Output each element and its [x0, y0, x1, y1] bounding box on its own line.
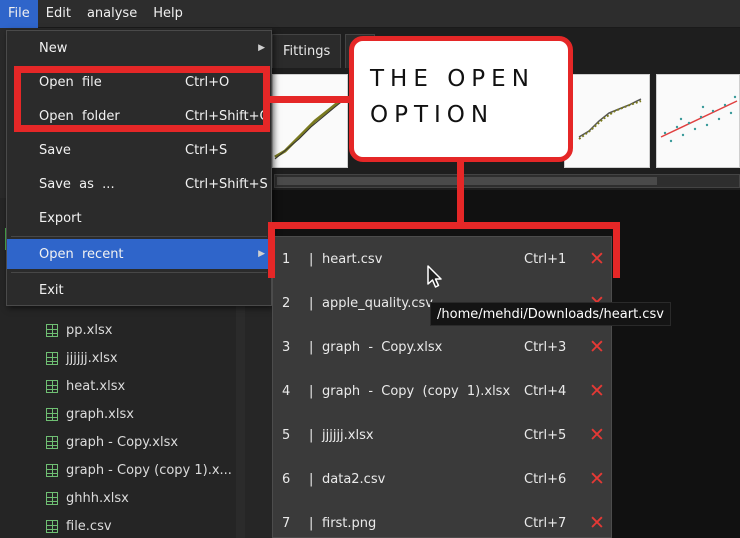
regression-thumbnail: [660, 95, 738, 143]
spreadsheet-icon: [46, 351, 58, 365]
menu-edit[interactable]: Edit: [38, 0, 79, 28]
tab-fittings[interactable]: Fittings: [272, 34, 342, 68]
file-tree-scrollbar[interactable]: [236, 280, 245, 538]
file-tree-item[interactable]: graph - Copy.xlsx: [46, 432, 178, 452]
recent-item[interactable]: 5 | jjjjjj.xlsx Ctrl+5 ✕: [273, 413, 611, 457]
menu-separator: [11, 236, 267, 237]
delete-icon[interactable]: ✕: [589, 337, 605, 357]
file-path-tooltip: /home/mehdi/Downloads/heart.csv: [430, 302, 671, 326]
submenu-arrow-icon: ▶: [258, 43, 265, 53]
file-tree-item[interactable]: ghhh.xlsx: [46, 488, 129, 508]
spreadsheet-icon: [46, 407, 58, 421]
spreadsheet-icon: [46, 491, 58, 505]
menu-item-open-recent[interactable]: Open recent ▶: [7, 239, 271, 269]
annotation-callout: THE OPEN OPTION: [349, 36, 573, 162]
spreadsheet-icon: [46, 463, 58, 477]
recent-item[interactable]: 4 | graph - Copy (copy 1).xlsx Ctrl+4 ✕: [273, 369, 611, 413]
file-tree-item[interactable]: jjjjjj.xlsx: [46, 348, 118, 368]
menu-analyse[interactable]: analyse: [79, 0, 145, 28]
plot-thumbnail[interactable]: [656, 74, 740, 168]
plot-thumbnail[interactable]: [564, 74, 650, 168]
menu-item-exit[interactable]: Exit: [7, 275, 271, 305]
delete-icon[interactable]: ✕: [589, 425, 605, 445]
spreadsheet-icon: [46, 323, 58, 337]
recent-item[interactable]: 6 | data2.csv Ctrl+6 ✕: [273, 457, 611, 501]
annotation-highlight-recent: [268, 222, 620, 278]
submenu-arrow-icon: ▶: [258, 249, 265, 259]
line-fit-thumbnail: [578, 98, 642, 140]
menu-file[interactable]: File: [0, 0, 38, 28]
menu-item-export[interactable]: Export: [7, 203, 271, 233]
delete-icon[interactable]: ✕: [589, 513, 605, 533]
file-tree-item[interactable]: heat.xlsx: [46, 376, 125, 396]
menu-bar: File Edit analyse Help: [0, 0, 740, 28]
thumbnail-scrollbar[interactable]: [274, 174, 740, 188]
scatter-fit-thumbnail: [274, 95, 346, 160]
file-tree-item[interactable]: pp.xlsx: [46, 320, 112, 340]
file-tree-item[interactable]: graph.xlsx: [46, 404, 134, 424]
recent-item[interactable]: 3 | graph - Copy.xlsx Ctrl+3 ✕: [273, 325, 611, 369]
menu-item-new[interactable]: New ▶: [7, 33, 271, 63]
annotation-connector: [457, 162, 464, 226]
file-tree-item[interactable]: graph - Copy (copy 1).x...: [46, 460, 232, 480]
file-tree-item[interactable]: file.csv: [46, 516, 112, 536]
menu-item-save-as[interactable]: Save as ... Ctrl+Shift+S: [7, 169, 271, 199]
scrollbar-handle[interactable]: [277, 177, 657, 185]
annotation-highlight-open-options: [14, 66, 270, 132]
annotation-connector: [270, 96, 350, 103]
delete-icon[interactable]: ✕: [589, 469, 605, 489]
menu-help[interactable]: Help: [145, 0, 191, 28]
menu-separator: [11, 272, 267, 273]
recent-item[interactable]: 7 | first.png Ctrl+7 ✕: [273, 501, 611, 538]
plot-thumbnail[interactable]: [272, 74, 348, 168]
spreadsheet-icon: [46, 435, 58, 449]
menu-item-save[interactable]: Save Ctrl+S: [7, 135, 271, 165]
spreadsheet-icon: [46, 379, 58, 393]
delete-icon[interactable]: ✕: [589, 381, 605, 401]
file-tree: pp.xlsx jjjjjj.xlsx heat.xlsx graph.xlsx…: [0, 280, 245, 538]
spreadsheet-icon: [46, 519, 58, 533]
